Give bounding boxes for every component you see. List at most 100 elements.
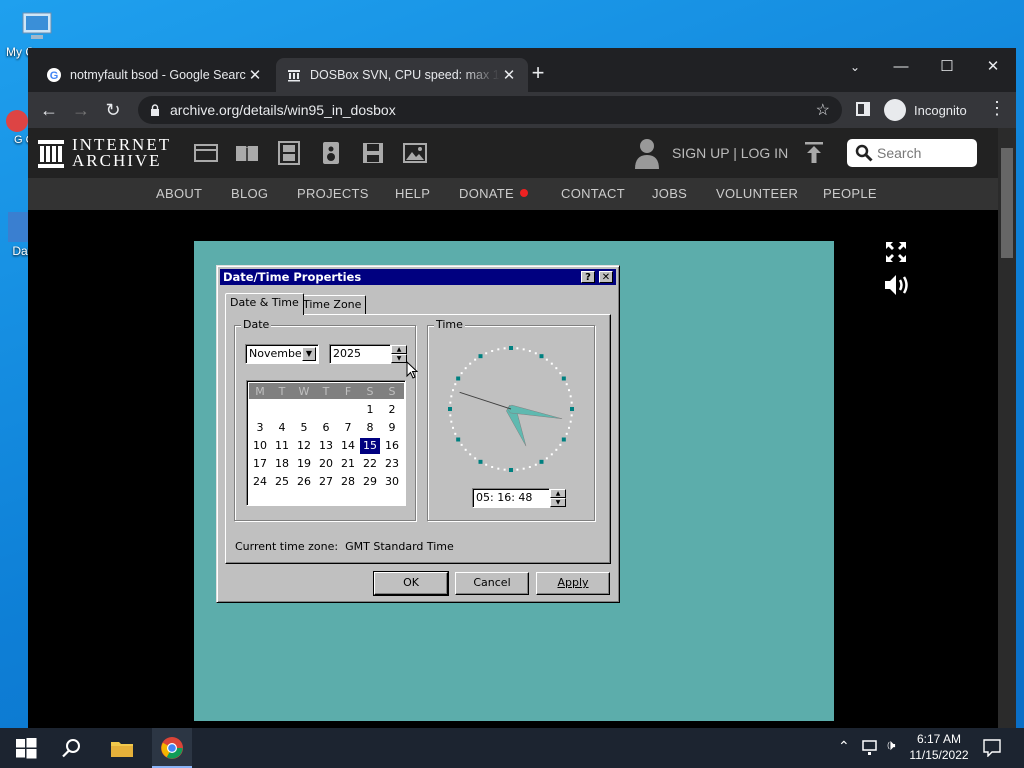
nav-jobs[interactable]: JOBS <box>652 186 687 201</box>
tab-close-icon[interactable]: ✕ <box>246 66 264 84</box>
chrome-taskbar-button[interactable] <box>152 728 192 768</box>
images-icon[interactable] <box>403 141 427 165</box>
speaker-icon[interactable]: 🕩 <box>886 737 895 754</box>
nav-help[interactable]: HELP <box>395 186 430 201</box>
calendar-day[interactable]: 26 <box>294 474 314 490</box>
tab-dosbox[interactable]: DOSBox SVN, CPU speed: max 10 ✕ <box>276 58 528 92</box>
archive-logo[interactable]: INTERNET ARCHIVE <box>38 136 171 170</box>
nav-donate[interactable]: DONATE <box>459 186 529 201</box>
calendar-day[interactable]: 1 <box>360 402 380 418</box>
nav-people[interactable]: PEOPLE <box>823 186 877 201</box>
nav-contact[interactable]: CONTACT <box>561 186 625 201</box>
nav-volunteer[interactable]: VOLUNTEER <box>716 186 798 201</box>
side-panel-icon[interactable] <box>856 102 870 116</box>
menu-kebab-icon[interactable]: ⋮ <box>988 98 1006 119</box>
calendar-day[interactable]: 18 <box>272 456 292 472</box>
calendar-day[interactable]: 27 <box>316 474 336 490</box>
calendar-day[interactable]: 25 <box>272 474 292 490</box>
time-spin-down-button[interactable]: ▼ <box>550 498 566 507</box>
calendar-day-selected[interactable]: 15 <box>360 438 380 454</box>
calendar-day[interactable]: 17 <box>250 456 270 472</box>
calendar-day[interactable]: 4 <box>272 420 292 436</box>
reload-button[interactable]: ↻ <box>100 97 126 123</box>
year-spin-up-button[interactable]: ▲ <box>391 345 407 354</box>
close-button[interactable]: ✕ <box>599 271 613 283</box>
volume-icon[interactable] <box>883 273 911 297</box>
time-field[interactable]: 05: 16: 48 <box>472 488 550 508</box>
texts-book-icon[interactable] <box>235 141 259 165</box>
windows-start-icon[interactable] <box>14 736 38 760</box>
show-hidden-icons-chevron-icon[interactable]: ⌃ <box>838 738 850 755</box>
nav-about[interactable]: ABOUT <box>156 186 202 201</box>
month-dropdown[interactable]: November ▼ <box>245 344 319 364</box>
calendar-day[interactable]: 20 <box>316 456 336 472</box>
calendar-day[interactable]: 24 <box>250 474 270 490</box>
search-icon[interactable] <box>60 736 84 760</box>
page-scrollbar[interactable] <box>998 128 1016 736</box>
year-spin-down-button[interactable]: ▼ <box>391 354 407 363</box>
year-field[interactable]: 2025 <box>329 344 391 364</box>
calendar-day[interactable]: 16 <box>382 438 402 454</box>
ok-button[interactable]: OK <box>373 571 449 596</box>
logo-line-2: ARCHIVE <box>72 151 162 170</box>
incognito-indicator[interactable]: Incognito <box>884 97 967 123</box>
calendar-day[interactable]: 28 <box>338 474 358 490</box>
clock-minute-mark <box>559 443 562 446</box>
calendar-day[interactable]: 30 <box>382 474 402 490</box>
close-window-button[interactable]: ✕ <box>970 52 1016 82</box>
dialog-titlebar[interactable]: Date/Time Properties ? ✕ <box>220 269 616 285</box>
back-button[interactable]: ← <box>36 97 62 123</box>
archive-search-input[interactable]: Search <box>847 139 977 167</box>
taskbar-clock[interactable]: 6:17 AM 11/15/2022 <box>906 731 972 763</box>
calendar-day[interactable]: 19 <box>294 456 314 472</box>
bookmark-star-icon[interactable]: ☆ <box>816 100 830 120</box>
file-explorer-icon[interactable] <box>110 736 134 760</box>
calendar-day[interactable]: 12 <box>294 438 314 454</box>
emulator-screen[interactable]: Date/Time Properties ? ✕ Date & Time Tim… <box>194 241 834 721</box>
calendar-day[interactable]: 9 <box>382 420 402 436</box>
new-tab-button[interactable]: + <box>526 62 550 86</box>
video-film-icon[interactable] <box>277 141 301 165</box>
dropdown-arrow-icon[interactable]: ▼ <box>302 347 316 361</box>
help-button[interactable]: ? <box>581 271 595 283</box>
calendar-day[interactable]: 10 <box>250 438 270 454</box>
nav-projects[interactable]: PROJECTS <box>297 186 369 201</box>
sign-up-login-link[interactable]: SIGN UP | LOG IN <box>672 145 788 161</box>
nav-blog[interactable]: BLOG <box>231 186 268 201</box>
calendar-day[interactable]: 21 <box>338 456 358 472</box>
minimize-button[interactable]: — <box>878 52 924 82</box>
upload-icon[interactable] <box>804 141 824 165</box>
time-spin-up-button[interactable]: ▲ <box>550 489 566 498</box>
calendar-day[interactable]: 2 <box>382 402 402 418</box>
maximize-button[interactable]: ☐ <box>924 52 970 82</box>
calendar-day[interactable]: 22 <box>360 456 380 472</box>
weekday-label: T <box>278 385 286 398</box>
fullscreen-icon[interactable] <box>884 240 908 264</box>
audio-speaker-icon[interactable] <box>319 141 343 165</box>
software-floppy-icon[interactable] <box>361 141 385 165</box>
scrollbar-thumb[interactable] <box>1001 148 1013 258</box>
apply-button[interactable]: Apply <box>536 572 610 595</box>
calendar-day[interactable]: 5 <box>294 420 314 436</box>
calendar-day[interactable]: 3 <box>250 420 270 436</box>
tab-close-icon[interactable]: ✕ <box>500 66 518 84</box>
forward-button[interactable]: → <box>68 97 94 123</box>
tab-google-search[interactable]: G notmyfault bsod - Google Search ✕ <box>36 58 274 92</box>
notification-icon[interactable] <box>983 739 1001 757</box>
tab-date-time[interactable]: Date & Time <box>225 293 304 315</box>
calendar-day[interactable]: 7 <box>338 420 358 436</box>
address-bar[interactable]: archive.org/details/win95_in_dosbox ☆ <box>138 96 842 124</box>
network-icon[interactable] <box>862 740 880 756</box>
calendar-day[interactable]: 6 <box>316 420 336 436</box>
tab-search-chevron-icon[interactable]: ⌄ <box>832 52 878 82</box>
user-avatar-icon[interactable] <box>634 137 660 169</box>
tab-time-zone[interactable]: Time Zone <box>298 295 367 315</box>
cancel-button[interactable]: Cancel <box>455 572 529 595</box>
calendar-day[interactable]: 13 <box>316 438 336 454</box>
web-icon[interactable] <box>194 141 218 165</box>
calendar-day[interactable]: 23 <box>382 456 402 472</box>
calendar-day[interactable]: 29 <box>360 474 380 490</box>
calendar-day[interactable]: 8 <box>360 420 380 436</box>
calendar-day[interactable]: 11 <box>272 438 292 454</box>
calendar-day[interactable]: 14 <box>338 438 358 454</box>
